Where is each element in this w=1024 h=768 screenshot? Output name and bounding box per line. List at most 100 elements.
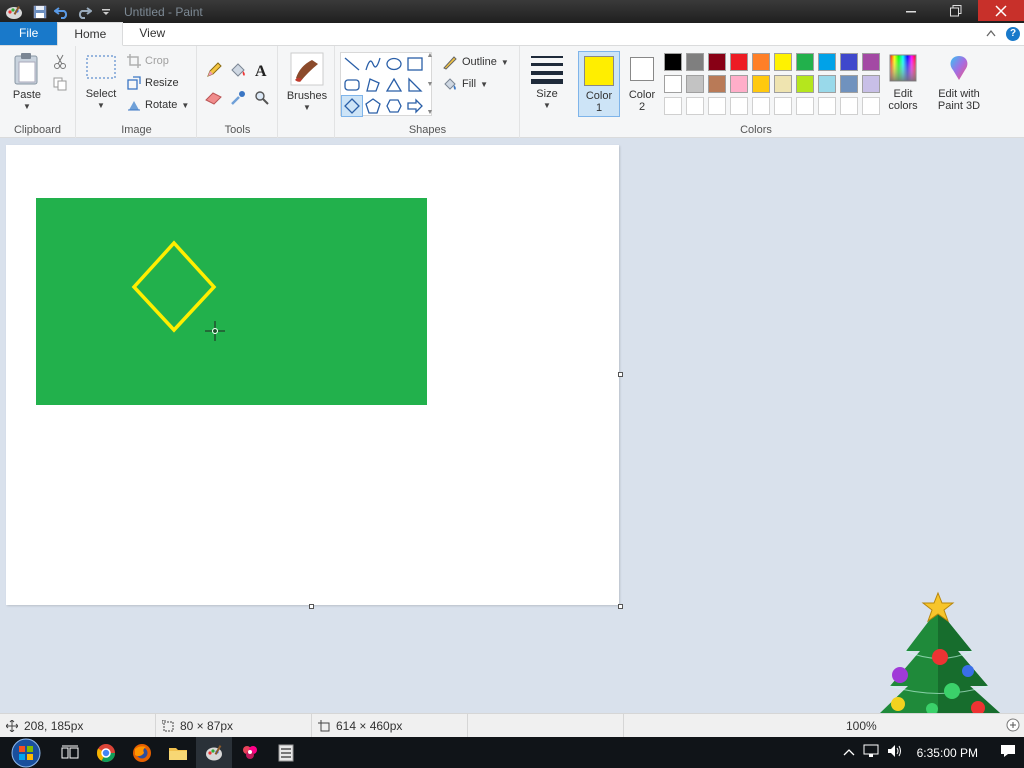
palette-swatch[interactable] [840, 75, 858, 93]
outline-button[interactable]: Outline ▼ [442, 52, 509, 72]
window-title: Untitled - Paint [124, 4, 203, 19]
tab-home[interactable]: Home [57, 22, 124, 46]
paste-button[interactable]: Paste ▼ [8, 52, 46, 113]
tab-view[interactable]: View [123, 22, 181, 45]
chrome-icon[interactable] [88, 737, 124, 768]
cut-icon[interactable] [50, 52, 70, 72]
text-icon[interactable]: A [252, 60, 272, 80]
redo-icon[interactable] [76, 4, 92, 20]
palette-swatch[interactable] [752, 53, 770, 71]
custom-color-slot[interactable] [708, 97, 726, 115]
paint-taskbar-icon[interactable] [196, 737, 232, 768]
magnifier-icon[interactable] [252, 88, 272, 108]
scroll-up-icon[interactable]: ▲ [427, 52, 434, 59]
custom-color-slot[interactable] [664, 97, 682, 115]
pentagon-shape-icon[interactable] [363, 96, 383, 116]
right-arrow-shape-icon[interactable] [405, 96, 425, 116]
resize-handle-right[interactable] [618, 372, 623, 377]
triangle-shape-icon[interactable] [384, 75, 404, 95]
rotate-button[interactable]: Rotate ▼ [127, 95, 189, 115]
resize-handle-bottom[interactable] [309, 604, 314, 609]
clock[interactable]: 6:35:00 PM [917, 746, 978, 760]
palette-swatch[interactable] [686, 53, 704, 71]
palette-swatch[interactable] [862, 75, 880, 93]
firefox-icon[interactable] [124, 737, 160, 768]
custom-color-slot[interactable] [730, 97, 748, 115]
custom-color-slot[interactable] [862, 97, 880, 115]
diamond-shape-icon[interactable] [341, 95, 363, 117]
save-icon[interactable] [32, 4, 48, 20]
polygon-shape-icon[interactable] [363, 75, 383, 95]
palette-swatch[interactable] [796, 75, 814, 93]
expand-gallery-icon[interactable]: ▼ [427, 109, 434, 116]
color-picker-icon[interactable] [228, 88, 248, 108]
custom-color-slot[interactable] [752, 97, 770, 115]
palette-swatch[interactable] [774, 53, 792, 71]
edit-colors-button[interactable]: Edit colors [883, 54, 923, 112]
minimize-button[interactable] [888, 0, 933, 21]
copy-icon[interactable] [50, 74, 70, 94]
palette-swatch[interactable] [818, 53, 836, 71]
rounded-rectangle-shape-icon[interactable] [342, 75, 362, 95]
volume-icon[interactable] [887, 744, 903, 761]
shapes-scrollbar[interactable]: ▲ ▼ ▼ [424, 52, 436, 116]
customize-qat-icon[interactable] [98, 4, 114, 20]
palette-swatch[interactable] [708, 75, 726, 93]
curve-shape-icon[interactable] [363, 54, 383, 74]
resize-handle-corner[interactable] [618, 604, 623, 609]
palette-swatch[interactable] [840, 53, 858, 71]
edit-with-paint3d-button[interactable]: Edit with Paint 3D [930, 54, 988, 112]
custom-color-slot[interactable] [818, 97, 836, 115]
scroll-down-icon[interactable]: ▼ [427, 81, 434, 88]
palette-swatch[interactable] [730, 53, 748, 71]
task-view-icon[interactable] [52, 737, 88, 768]
drawing-canvas[interactable] [6, 145, 619, 605]
palette-swatch[interactable] [708, 53, 726, 71]
custom-color-slot[interactable] [686, 97, 704, 115]
palette-swatch[interactable] [796, 53, 814, 71]
document-taskbar-icon[interactable] [268, 737, 304, 768]
palette-swatch[interactable] [862, 53, 880, 71]
crop-button[interactable]: Crop [127, 51, 169, 71]
custom-color-slot[interactable] [840, 97, 858, 115]
tab-file[interactable]: File [0, 22, 58, 45]
color2-button[interactable]: Color 2 [622, 51, 662, 117]
collapse-ribbon-icon[interactable] [986, 28, 996, 40]
select-button[interactable]: Select ▼ [83, 54, 119, 112]
oval-shape-icon[interactable] [384, 54, 404, 74]
size-group: Size ▼ [521, 46, 571, 138]
custom-color-slot[interactable] [774, 97, 792, 115]
network-icon[interactable] [863, 744, 879, 761]
rectangle-shape-icon[interactable] [405, 54, 425, 74]
brushes-button[interactable]: Brushes ▼ [285, 52, 329, 114]
fill-bucket-icon[interactable] [228, 60, 248, 80]
palette-swatch[interactable] [664, 75, 682, 93]
line-shape-icon[interactable] [342, 54, 362, 74]
palette-swatch[interactable] [818, 75, 836, 93]
palette-swatch[interactable] [664, 53, 682, 71]
undo-icon[interactable] [54, 4, 70, 20]
zoom-in-icon[interactable] [1006, 718, 1020, 735]
right-triangle-shape-icon[interactable] [405, 75, 425, 95]
action-center-icon[interactable] [1000, 744, 1016, 761]
palette-swatch[interactable] [686, 75, 704, 93]
show-hidden-icons-icon[interactable] [843, 746, 855, 760]
custom-color-slot[interactable] [796, 97, 814, 115]
eraser-icon[interactable] [204, 88, 224, 108]
start-button[interactable] [0, 737, 52, 768]
app-taskbar-icon[interactable] [232, 737, 268, 768]
hexagon-shape-icon[interactable] [384, 96, 404, 116]
palette-swatch[interactable] [752, 75, 770, 93]
close-button[interactable] [978, 0, 1024, 21]
color1-button[interactable]: Color 1 [578, 51, 620, 117]
palette-swatch[interactable] [730, 75, 748, 93]
resize-button[interactable]: Resize [127, 73, 179, 93]
file-explorer-icon[interactable] [160, 737, 196, 768]
help-icon[interactable]: ? [1006, 27, 1020, 41]
fill-button[interactable]: Fill ▼ [442, 74, 488, 94]
maximize-button[interactable] [933, 0, 978, 21]
palette-swatch[interactable] [774, 75, 792, 93]
pencil-icon[interactable] [204, 60, 224, 80]
paint-app-icon[interactable] [4, 4, 24, 20]
size-button[interactable]: Size ▼ [527, 54, 567, 112]
